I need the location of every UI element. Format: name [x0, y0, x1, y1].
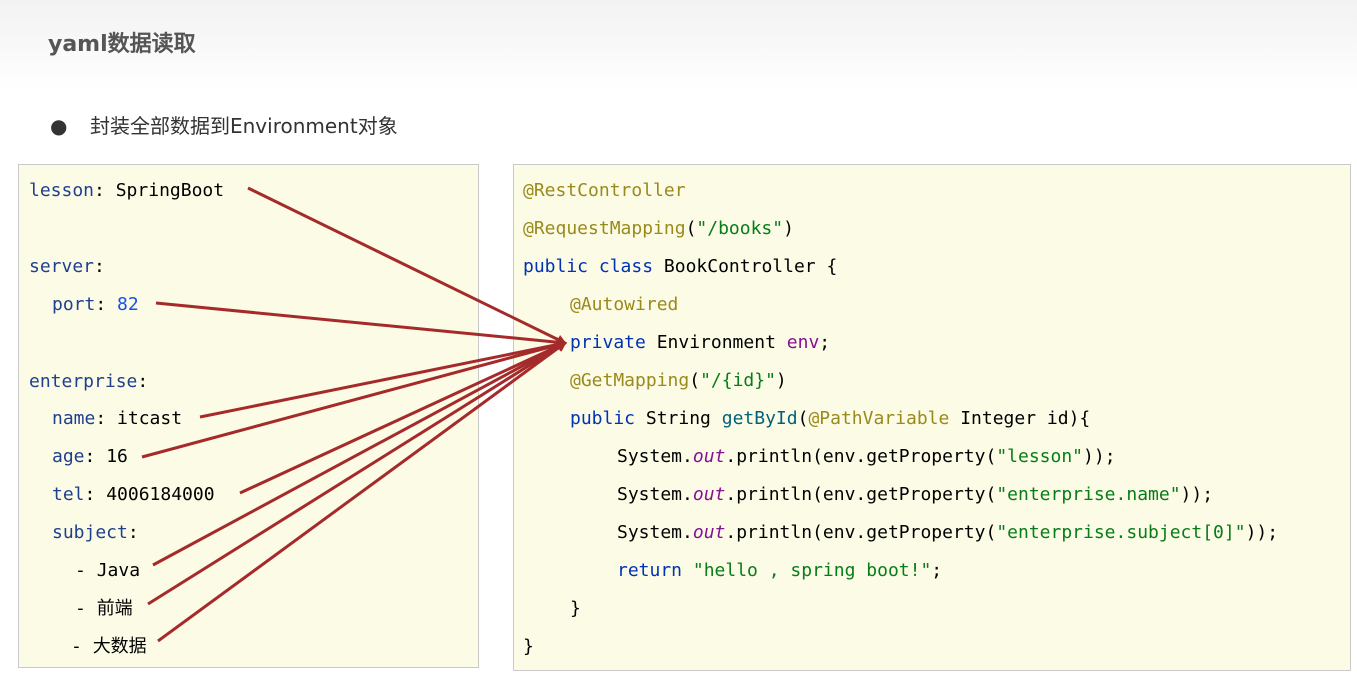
java-line-env-field: private Environment env; — [570, 332, 831, 353]
java-line-restcontroller: @RestController — [523, 180, 686, 201]
yaml-line-subject-2: - 大数据 — [71, 636, 147, 657]
java-line-return: return "hello , spring boot!"; — [617, 560, 943, 581]
java-line-print-subject: System.out.println(env.getProperty("ente… — [617, 522, 1279, 543]
header-bar — [0, 0, 1357, 90]
yaml-line-tel: tel: 4006184000 — [52, 484, 215, 505]
java-line-print-lesson: System.out.println(env.getProperty("less… — [617, 446, 1116, 467]
yaml-line-age: age: 16 — [52, 446, 128, 467]
java-line-autowired: @Autowired — [570, 294, 679, 315]
slide-title: yaml数据读取 — [48, 32, 196, 57]
yaml-line-subject-1: - 前端 — [75, 598, 133, 619]
java-code-panel: @RestController @RequestMapping("/books"… — [513, 164, 1351, 671]
java-line-print-name: System.out.println(env.getProperty("ente… — [617, 484, 1214, 505]
java-line-class-decl: public class BookController { — [523, 256, 838, 277]
java-line-requestmapping: @RequestMapping("/books") — [523, 218, 794, 239]
yaml-line-name: name: itcast — [52, 408, 183, 429]
java-line-method-close: } — [570, 598, 581, 619]
yaml-code-panel: lesson: SpringBoot server: port: 82 ente… — [18, 164, 479, 668]
yaml-line-port: port: 82 — [52, 294, 139, 315]
yaml-line-subject: subject: — [52, 522, 139, 543]
yaml-line-server: server: — [29, 256, 105, 277]
java-line-class-close: } — [523, 636, 534, 657]
yaml-line-enterprise: enterprise: — [29, 371, 149, 392]
yaml-line-lesson: lesson: SpringBoot — [29, 180, 225, 201]
yaml-line-subject-0: - Java — [75, 560, 141, 581]
bullet-item: ● 封装全部数据到Environment对象 — [50, 110, 398, 139]
bullet-text: 封装全部数据到Environment对象 — [90, 114, 398, 138]
bullet-dot-icon: ● — [50, 114, 68, 138]
java-line-method-decl: public String getById(@PathVariable Inte… — [570, 408, 1091, 429]
java-line-getmapping: @GetMapping("/{id}") — [570, 370, 787, 391]
